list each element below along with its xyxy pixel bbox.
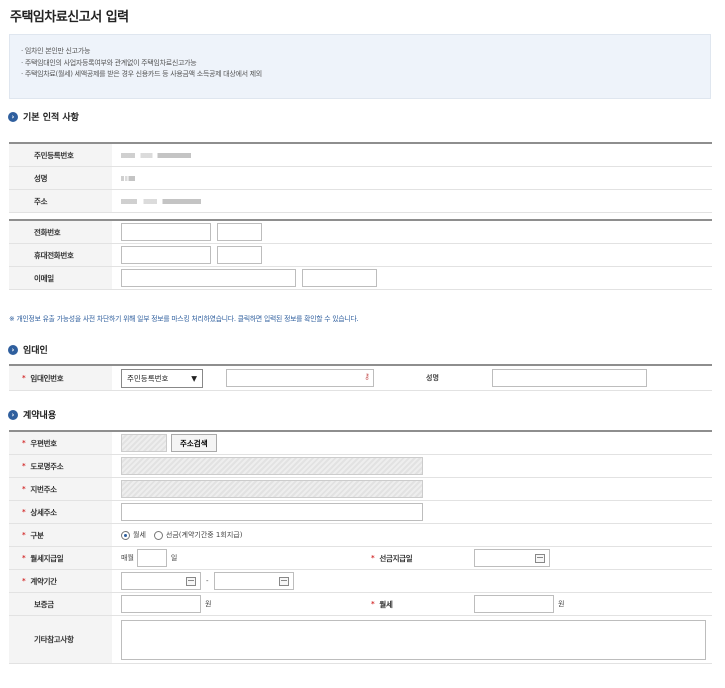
rent-input[interactable] [474,595,554,613]
radio-monthly[interactable] [121,530,130,540]
landlord-name-label: 성명 [426,374,439,382]
masked-address[interactable] [121,198,201,204]
period-separator: - [206,577,209,585]
landlord-id-input[interactable]: ⚷ [226,369,374,387]
contract-table: * 우편번호 주소검색 * 도로명주소 * 지번주소 * 상세주소 * 구분 월세 선금(… [9,430,712,664]
required-mark: * [22,374,26,382]
notice-item: · 주택임차료(월세) 세액공제를 받은 경우 신용카드 등 사용금액 소득공제… [21,70,262,78]
rent-label: 월세 [379,599,393,609]
email-id-field[interactable] [121,269,296,287]
road-address-input[interactable] [121,457,423,475]
won-suffix: 원 [558,600,565,608]
remarks-textarea[interactable] [121,619,706,660]
privacy-note: ※ 개인정보 유출 가능성을 사전 차단하기 위해 일부 정보를 마스킹 처리하… [9,315,359,323]
chevron-down-icon: ▼ [191,373,197,383]
landlord-name-input[interactable] [491,369,647,387]
calendar-icon[interactable] [278,577,289,586]
monthly-prefix: 매월 [121,554,134,562]
pay-day-label: 월세지급일 [30,553,64,563]
key-icon: ⚷ [364,372,370,381]
deposit-input[interactable] [121,595,201,613]
notice-box: · 임차인 본인만 신고가능 · 주택임대인의 사업자등록여부와 관계없이 주택… [9,34,711,99]
phone-field-2[interactable] [217,223,262,241]
section-basic: › 기본 인적 사항 [8,110,79,123]
radio-monthly-label: 월세 [133,531,146,539]
pay-day-input[interactable] [136,549,167,567]
phone-label: 전화번호 [9,221,112,243]
masked-rrn[interactable] [121,152,191,158]
detail-address-label: 상세주소 [30,507,57,517]
section-bullet-icon: › [8,344,18,355]
address-label: 주소 [9,190,112,212]
won-suffix: 원 [205,600,212,608]
section-contract: › 계약내용 [8,408,56,421]
period-end-input[interactable] [213,572,294,590]
period-label: 계약기간 [30,576,57,586]
section-title: 계약내용 [23,411,57,421]
landlord-table: * 임대인번호 주민등록번호 ▼ ⚷ 성명 [9,364,712,391]
id-type-value: 주민등록번호 [127,373,169,383]
jibun-address-input[interactable] [121,480,423,498]
basic-info-table: 주민등록번호 성명 주소 전화번호 휴대전화번호 이메일 [9,142,712,290]
address-search-button[interactable]: 주소검색 [171,434,217,452]
postcode-input[interactable] [121,434,167,452]
deposit-label: 보증금 [9,593,112,615]
section-title: 기본 인적 사항 [23,113,79,123]
section-bullet-icon: › [8,111,18,122]
section-landlord: › 임대인 [8,343,48,356]
rrn-label: 주민등록번호 [9,144,112,166]
radio-lump[interactable] [153,530,163,540]
type-label: 구분 [30,530,44,540]
mobile-field-2[interactable] [217,246,262,264]
radio-lump-label: 선금(계약기간중 1회지급) [165,531,243,539]
section-bullet-icon: › [8,409,18,420]
mobile-label: 휴대전화번호 [9,244,112,266]
prepay-date-input[interactable] [474,549,550,567]
page-title: 주택임차료신고서 입력 [10,10,129,25]
notice-item: · 주택임대인의 사업자등록여부와 관계없이 주택임차료신고가능 [21,58,197,67]
road-address-label: 도로명주소 [30,461,64,471]
notice-item: · 임차인 본인만 신고가능 [21,47,91,55]
phone-field-1[interactable] [121,223,211,241]
calendar-icon[interactable] [535,554,545,563]
landlord-id-label: 임대인번호 [30,373,64,383]
detail-address-input[interactable] [121,503,423,521]
prepay-date-label: 선금지급일 [379,553,413,563]
id-type-select[interactable]: 주민등록번호 ▼ [121,368,203,388]
day-suffix: 일 [170,554,178,562]
period-start-input[interactable] [121,572,201,590]
calendar-icon[interactable] [186,577,196,586]
masked-name[interactable] [121,175,135,181]
email-label: 이메일 [9,267,112,289]
name-label: 성명 [9,167,112,189]
postcode-label: 우편번호 [30,438,57,448]
email-domain-field[interactable] [302,269,377,287]
section-title: 임대인 [23,346,48,356]
jibun-address-label: 지번주소 [30,484,57,494]
mobile-field-1[interactable] [121,246,211,264]
remarks-label: 기타참고사항 [9,616,112,663]
